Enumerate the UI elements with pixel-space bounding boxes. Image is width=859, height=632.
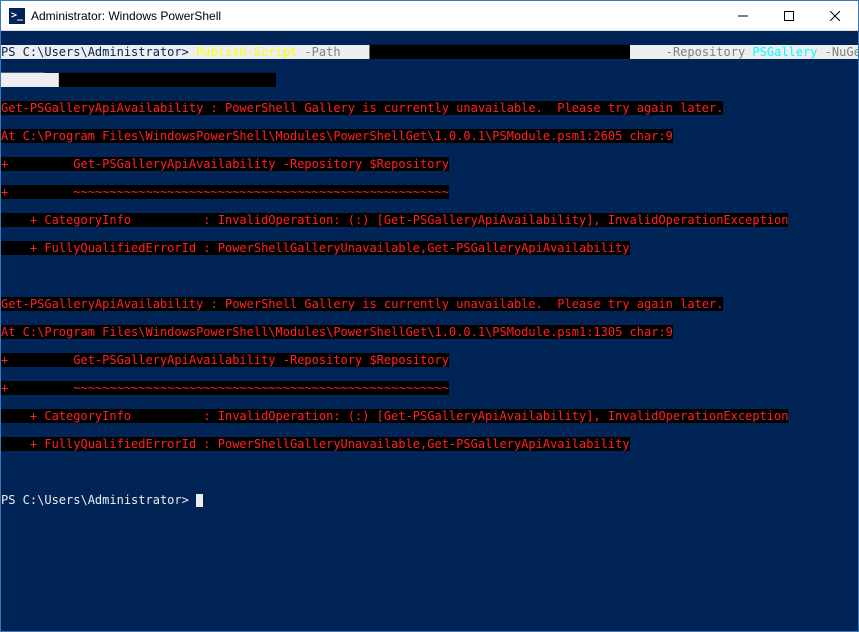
path-arg-ext: .ps1 [630,45,659,59]
terminal-area[interactable]: PS C:\Users\Administrator> Publish-Scrip… [1,31,858,631]
blank-line-2 [1,465,858,479]
powershell-window: >_ Administrator: Windows PowerShell PS … [0,0,859,632]
error-2-l5: + CategoryInfo : InvalidOperation: (:) [… [1,409,858,423]
error-2-l2: At C:\Program Files\WindowsPowerShell\Mo… [1,325,858,339]
redacted-path: ████████████████████████████████████ [370,45,630,59]
redacted-key-2: ██████████████████████████████ [59,73,276,87]
redacted-key-1: ██████ [1,73,44,87]
error-2-l6: + FullyQualifiedErrorId : PowerShellGall… [1,437,858,451]
error-1-l1: Get-PSGalleryApiAvailability : PowerShel… [1,101,858,115]
prompt-2: PS C:\Users\Administrator> [1,493,196,507]
minimize-button[interactable] [720,1,766,30]
blank-line-1 [1,269,858,283]
error-1-l4: + ~~~~~~~~~~~~~~~~~~~~~~~~~~~~~~~~~~~~~~… [1,185,858,199]
error-1-l5: + CategoryInfo : InvalidOperation: (:) [… [1,213,858,227]
command-line-1: PS C:\Users\Administrator> Publish-Scrip… [1,45,858,59]
window-controls [720,1,858,30]
error-1-l6: + FullyQualifiedErrorId : PowerShellGall… [1,241,858,255]
prompt-1: PS C:\Users\Administrator> [1,45,196,59]
minimize-icon [738,11,748,21]
close-icon [830,11,840,21]
close-button[interactable] [812,1,858,30]
repository-arg: PSGallery [752,45,817,59]
maximize-icon [784,11,794,21]
error-2-l4: + ~~~~~~~~~~~~~~~~~~~~~~~~~~~~~~~~~~~~~~… [1,381,858,395]
path-arg-start: D:\ [348,45,370,59]
titlebar[interactable]: >_ Administrator: Windows PowerShell [1,1,858,31]
command-line-2: ██████ ██████████████████████████████ [1,73,858,87]
window-title: Administrator: Windows PowerShell [31,9,720,23]
powershell-icon-glyph: >_ [11,10,23,21]
command-name: Publish-Script [196,45,297,59]
error-2-l3: + Get-PSGalleryApiAvailability -Reposito… [1,353,858,367]
param-repository: -Repository [659,45,753,59]
error-2-l1: Get-PSGalleryApiAvailability : PowerShel… [1,297,858,311]
error-1-l2: At C:\Program Files\WindowsPowerShell\Mo… [1,129,858,143]
maximize-button[interactable] [766,1,812,30]
param-path: -Path [297,45,348,59]
prompt-line-2: PS C:\Users\Administrator> [1,493,858,507]
param-nugetapikey: -NuGetApiKey [817,45,858,59]
error-1-l3: + Get-PSGalleryApiAvailability -Reposito… [1,157,858,171]
terminal-cursor [196,494,203,507]
powershell-icon: >_ [9,8,25,24]
